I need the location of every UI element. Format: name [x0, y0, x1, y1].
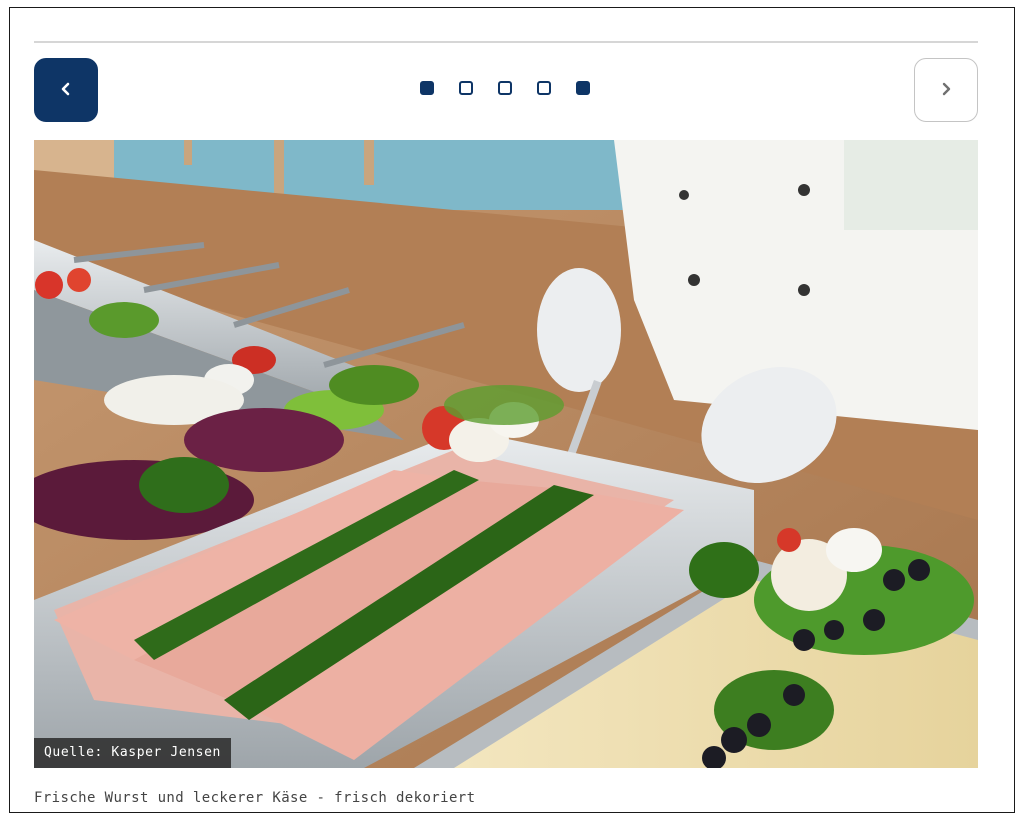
image-caption: Frische Wurst und leckerer Käse - frisch…	[34, 790, 476, 806]
slide-dot-1[interactable]	[420, 81, 434, 95]
gallery-photo	[34, 140, 978, 768]
previous-slide-button[interactable]	[34, 58, 98, 122]
slide-indicator	[420, 81, 590, 97]
slide-dot-3[interactable]	[498, 81, 512, 95]
image-credit: Quelle: Kasper Jensen	[34, 738, 231, 768]
chevron-right-icon	[939, 81, 953, 100]
next-slide-button[interactable]	[914, 58, 978, 122]
slide-dot-2[interactable]	[459, 81, 473, 95]
slide-dot-5[interactable]	[576, 81, 590, 95]
slide-dot-4[interactable]	[537, 81, 551, 95]
top-divider	[34, 41, 978, 43]
chevron-left-icon	[59, 81, 73, 100]
